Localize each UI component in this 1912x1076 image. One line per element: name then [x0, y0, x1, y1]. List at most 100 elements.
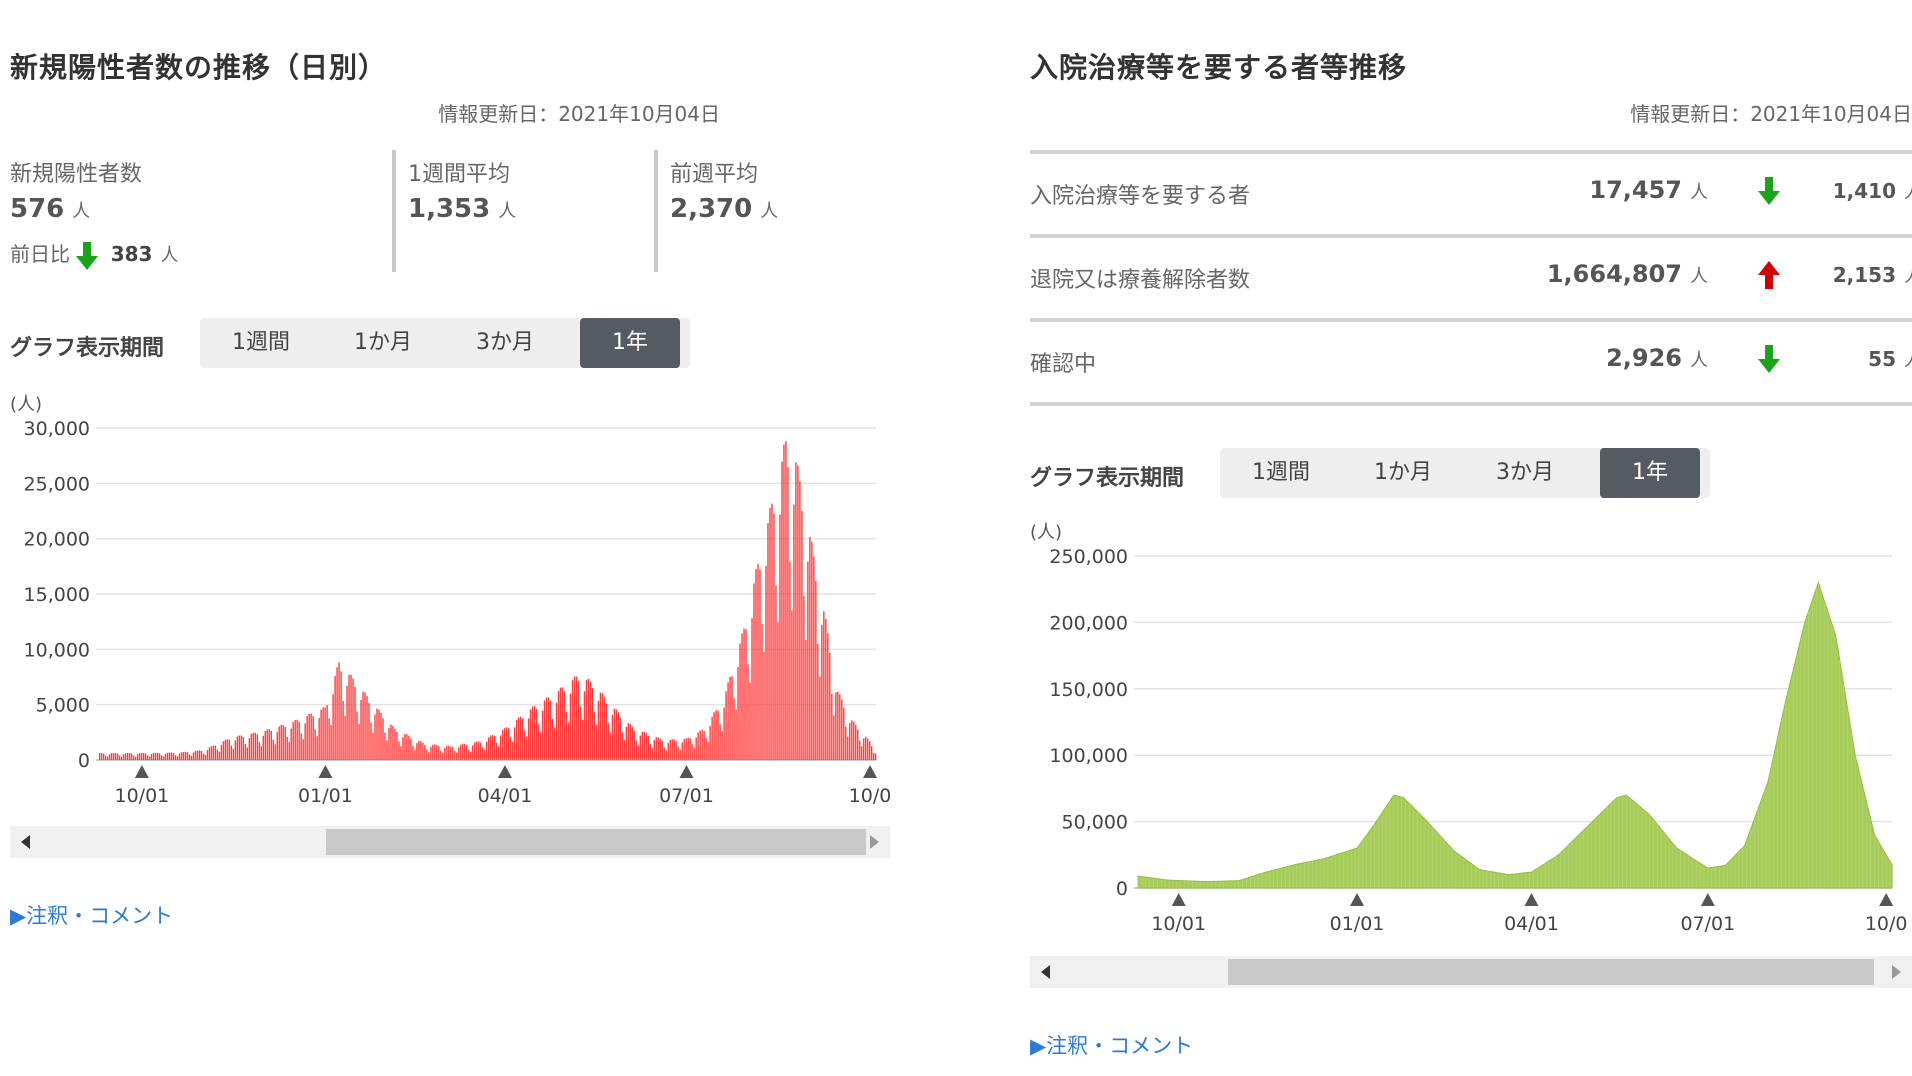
- y-axis-unit-label: (人): [10, 394, 42, 415]
- data-bar: [206, 750, 209, 760]
- data-bar: [625, 726, 628, 760]
- data-bar: [855, 724, 857, 760]
- data-bar: [611, 714, 614, 760]
- row-label: 退院又は療養解除者数: [1030, 268, 1251, 293]
- graph-period-selector: グラフ表示期間 1週間 1か月 3か月 1年: [10, 318, 700, 368]
- data-bar: [541, 710, 544, 760]
- data-bar: [108, 754, 111, 760]
- data-bar: [513, 727, 516, 760]
- data-bar: [765, 566, 767, 760]
- x-tick-label: 01/01: [298, 785, 353, 807]
- data-bar: [442, 752, 444, 760]
- data-bar: [120, 756, 123, 760]
- data-bar: [865, 736, 867, 760]
- x-tick-label: 07/01: [659, 785, 714, 807]
- data-bar: [747, 664, 749, 760]
- data-bar: [527, 718, 530, 760]
- data-bar: [821, 624, 823, 760]
- data-bar: [809, 536, 811, 760]
- x-tick-label: 07/01: [1680, 913, 1735, 935]
- data-bar: [282, 724, 284, 760]
- x-tick-marker: [1350, 893, 1365, 906]
- data-bar: [382, 718, 384, 760]
- data-bar: [246, 747, 249, 760]
- data-bar: [342, 700, 344, 760]
- data-bar: [474, 742, 476, 760]
- data-bar: [557, 690, 560, 760]
- data-bar: [741, 633, 743, 760]
- chart-scrollbar[interactable]: [1030, 956, 1912, 988]
- tab-1-month[interactable]: 1か月: [1342, 448, 1464, 498]
- period-label: グラフ表示期間: [1030, 466, 1185, 491]
- data-bar: [268, 729, 270, 760]
- data-bar: [497, 746, 500, 760]
- data-bar: [639, 735, 641, 760]
- notes-link[interactable]: ▶注釈・コメント: [1030, 1030, 1193, 1060]
- data-bar: [360, 700, 362, 760]
- tab-1-week[interactable]: 1週間: [200, 318, 322, 368]
- x-tick-label: 04/01: [478, 785, 533, 807]
- data-bar: [274, 744, 276, 760]
- data-bar: [134, 756, 137, 760]
- data-bar: [817, 643, 819, 760]
- data-bar: [196, 750, 199, 760]
- data-bar: [394, 728, 396, 760]
- scroll-left-icon[interactable]: [14, 826, 38, 858]
- data-bar: [641, 731, 643, 760]
- data-bar: [767, 522, 769, 760]
- data-bar: [128, 753, 131, 760]
- scroll-left-icon[interactable]: [1034, 956, 1058, 988]
- data-bar: [390, 724, 392, 760]
- data-bar: [160, 755, 163, 760]
- data-bar: [749, 682, 751, 760]
- y-tick-label: 50,000: [1062, 812, 1128, 834]
- tab-3-months[interactable]: 3か月: [444, 318, 566, 368]
- data-bar: [352, 678, 354, 760]
- data-bar: [503, 728, 506, 760]
- data-bar: [340, 671, 342, 760]
- data-bar: [603, 696, 606, 760]
- y-tick-label: 30,000: [24, 418, 90, 440]
- arrow-down-icon: [1758, 177, 1780, 205]
- tab-1-year[interactable]: 1年: [580, 318, 680, 368]
- divider: [654, 150, 658, 272]
- data-bar: [831, 693, 833, 760]
- tab-3-months[interactable]: 3か月: [1464, 448, 1586, 498]
- data-bar: [428, 752, 430, 760]
- data-bar: [621, 732, 624, 760]
- data-bar: [551, 718, 554, 760]
- data-bar: [759, 569, 761, 760]
- scrollbar-thumb[interactable]: [1228, 959, 1874, 985]
- data-bar: [703, 730, 705, 760]
- scroll-right-icon[interactable]: [862, 826, 886, 858]
- y-tick-label: 20,000: [24, 529, 90, 551]
- chart-scrollbar[interactable]: [10, 826, 890, 858]
- data-bar: [462, 743, 464, 760]
- data-bar: [859, 740, 861, 760]
- tab-1-year[interactable]: 1年: [1600, 448, 1700, 498]
- data-bar: [833, 715, 835, 760]
- tab-1-month[interactable]: 1か月: [322, 318, 444, 368]
- data-bar: [565, 711, 568, 760]
- data-bar: [162, 756, 165, 760]
- data-bar: [254, 732, 256, 760]
- notes-link[interactable]: ▶注釈・コメント: [10, 900, 173, 930]
- stat-label-new-cases: 新規陽性者数: [10, 162, 143, 187]
- data-bar: [789, 561, 791, 760]
- data-bar: [629, 724, 632, 760]
- data-bar: [837, 691, 839, 760]
- data-bar: [723, 707, 725, 760]
- data-bar: [851, 720, 853, 760]
- scroll-right-icon[interactable]: [1884, 956, 1908, 988]
- data-bar: [827, 633, 829, 760]
- data-bar: [869, 741, 871, 760]
- tab-1-week[interactable]: 1週間: [1220, 448, 1342, 498]
- stat-label-weekly-average: 1週間平均: [408, 162, 510, 187]
- data-bar: [292, 721, 294, 760]
- scrollbar-thumb[interactable]: [326, 829, 866, 855]
- data-bar: [432, 744, 434, 760]
- data-bar: [815, 580, 817, 760]
- data-bar: [843, 707, 845, 760]
- data-bar: [101, 753, 103, 760]
- x-tick-label: 04/01: [1504, 913, 1559, 935]
